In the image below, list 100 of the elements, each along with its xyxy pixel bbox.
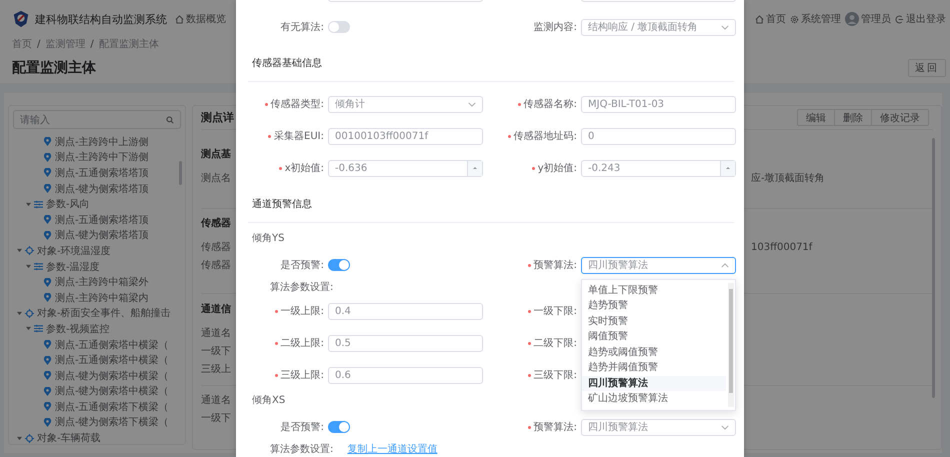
tree-item[interactable]: 对象-车辆荷载 xyxy=(13,430,181,446)
logo-icon xyxy=(12,10,30,28)
location-pin-icon xyxy=(43,152,52,162)
panel-title: 测点详 xyxy=(201,110,234,125)
caret-icon[interactable] xyxy=(17,248,22,254)
copy-link[interactable]: 复制上一通道设置值 xyxy=(347,443,438,457)
input-field[interactable]: 0.5 xyxy=(328,334,483,352)
toolbar-button[interactable]: 编辑 xyxy=(797,109,835,126)
tree-item[interactable]: 参数-视频监控 xyxy=(13,321,181,337)
select-field[interactable]: 结构响应 / 墩顶截面转角 xyxy=(581,18,736,36)
input-field[interactable]: 0.4 xyxy=(328,302,483,320)
input-field[interactable]: 0.6 xyxy=(328,366,483,384)
field-label: 一级下 xyxy=(201,412,231,426)
field-value: 103ff00071f xyxy=(751,241,812,255)
dropdown-option[interactable]: 阈值预警 xyxy=(582,329,726,344)
location-pin-icon xyxy=(43,230,52,240)
caret-icon[interactable] xyxy=(26,202,31,207)
location-pin-icon xyxy=(43,293,52,302)
input-field[interactable]: 0 xyxy=(581,128,736,144)
breadcrumb-separator: / xyxy=(90,38,94,52)
number-field[interactable]: -0.243 xyxy=(581,160,736,176)
field-label: 是否预警: xyxy=(280,421,324,434)
breadcrumb-link[interactable]: 监测管理 xyxy=(45,38,86,52)
field-label: 一级下 xyxy=(201,345,231,359)
caret-icon[interactable] xyxy=(17,310,22,316)
field-label: 监测内容: xyxy=(534,20,577,34)
crosshair-icon xyxy=(25,246,34,256)
dropdown-option[interactable]: 趋势或阈值预警 xyxy=(582,344,726,360)
tree-item[interactable]: 测点-五通侧索塔塔顶 xyxy=(13,165,181,181)
toolbar-button[interactable]: 删除 xyxy=(834,109,872,126)
breadcrumb-link[interactable]: 首页 xyxy=(12,38,32,52)
number-field[interactable]: -0.636 xyxy=(328,160,483,176)
crosshair-icon xyxy=(25,308,34,318)
tree-item[interactable]: 测点-主跨跨中下游侧 xyxy=(13,150,181,166)
chevron-icon xyxy=(468,102,476,106)
chevron-icon xyxy=(721,24,729,30)
nav-link[interactable]: 退出登录 xyxy=(895,12,946,26)
tree-item[interactable]: 对象-环境温湿度 xyxy=(13,243,181,259)
select-field[interactable]: 倾角计 xyxy=(328,96,483,112)
dropdown-option[interactable]: 矿山边坡预警算法 xyxy=(582,391,726,406)
tree-item[interactable]: 测点-犍为侧索塔中横梁（ xyxy=(13,384,181,400)
select-field[interactable]: 四川预警算法 xyxy=(581,256,736,274)
tree-item[interactable]: 测点-五通侧索塔中横梁（ xyxy=(13,336,181,352)
nav-link[interactable]: 首页 xyxy=(755,12,786,26)
tree-item[interactable]: 测点-犍为侧索塔塔顶 xyxy=(13,180,181,196)
back-button[interactable]: 返回 xyxy=(908,58,946,76)
tree-item[interactable]: 测点-犍为侧索塔塔顶 xyxy=(13,228,181,244)
field-label: 三级上限: xyxy=(280,368,324,382)
dropdown-option[interactable]: 实时预警 xyxy=(582,314,726,329)
field-label: 二级上限: xyxy=(280,336,324,350)
breadcrumb-separator: / xyxy=(37,38,40,52)
toolbar-button[interactable]: 修改记录 xyxy=(871,109,929,126)
tree-item[interactable]: 对象-桥面安全事件、船舶撞击 xyxy=(13,306,181,322)
scrollbar[interactable] xyxy=(728,282,734,406)
toggle-switch[interactable] xyxy=(328,259,350,271)
field-label: 预警算法: xyxy=(534,420,577,434)
search-field[interactable]: 请输入 xyxy=(13,110,181,129)
list-icon xyxy=(34,200,43,209)
tree-item[interactable]: 测点-犍为侧索塔中横梁（ xyxy=(13,368,181,384)
tree-item[interactable]: 测点-五通侧索塔下横梁（ xyxy=(13,399,181,415)
input-field[interactable]: 00100103ff00071f xyxy=(328,128,483,144)
tree-item[interactable]: 测点-犍为侧索塔下横梁（ xyxy=(13,414,181,430)
app-title: 建科物联结构自动监测系统 xyxy=(35,12,167,26)
nav-link[interactable]: 系统管理 xyxy=(790,12,841,26)
toggle-switch[interactable] xyxy=(328,21,350,33)
dropdown-option[interactable]: 单值上下限预警 xyxy=(582,282,726,298)
location-pin-icon xyxy=(43,168,52,178)
section-title: 传感器 xyxy=(201,217,231,231)
tree-item[interactable]: 测点-主跨跨中箱梁内 xyxy=(13,290,181,306)
dropdown-option[interactable]: 趋势预警 xyxy=(582,298,726,314)
breadcrumb-link[interactable]: 配置监测主体 xyxy=(98,38,159,52)
nav-link[interactable]: 数据概览 xyxy=(175,12,226,26)
list-icon xyxy=(34,324,43,334)
nav-link[interactable]: 管理员 xyxy=(845,12,891,26)
toggle-switch[interactable] xyxy=(328,421,350,433)
tree-item[interactable]: 参数-风向 xyxy=(13,196,181,212)
tree-item[interactable]: 测点-五通侧索塔中横梁（ xyxy=(13,352,181,368)
field-label: 二级下限: xyxy=(534,337,577,350)
caret-icon[interactable] xyxy=(17,436,22,441)
field-label: 通道名 xyxy=(201,327,231,341)
tree-item[interactable]: 测点-主跨跨中上游侧 xyxy=(13,134,181,150)
field-label: 测点名 xyxy=(201,172,231,186)
field-label: 传感器 xyxy=(201,259,231,273)
spinner-button[interactable] xyxy=(467,160,482,176)
select-field[interactable]: 四川预警算法 xyxy=(581,418,736,436)
field-label: 一级上限: xyxy=(280,304,324,318)
search-icon xyxy=(166,116,174,124)
dropdown-option[interactable]: 趋势并阈值预警 xyxy=(582,360,726,376)
location-pin-icon xyxy=(43,371,52,380)
tree-item[interactable]: 测点-主跨跨中箱梁外 xyxy=(13,274,181,290)
section-title: 传感器基础信息 xyxy=(252,58,322,69)
spinner-button[interactable] xyxy=(720,160,735,176)
field-label: 通道名 xyxy=(201,394,231,408)
tree-item[interactable]: 测点-五通侧索塔塔顶 xyxy=(13,212,181,228)
chevron-icon xyxy=(721,424,729,430)
tree-item[interactable]: 参数-温湿度 xyxy=(13,258,181,274)
caret-icon[interactable] xyxy=(26,264,31,270)
caret-icon[interactable] xyxy=(26,326,31,332)
dropdown-option[interactable]: 四川预警算法 xyxy=(582,376,726,391)
input-field[interactable]: MJQ-BIL-T01-03 xyxy=(581,96,736,112)
